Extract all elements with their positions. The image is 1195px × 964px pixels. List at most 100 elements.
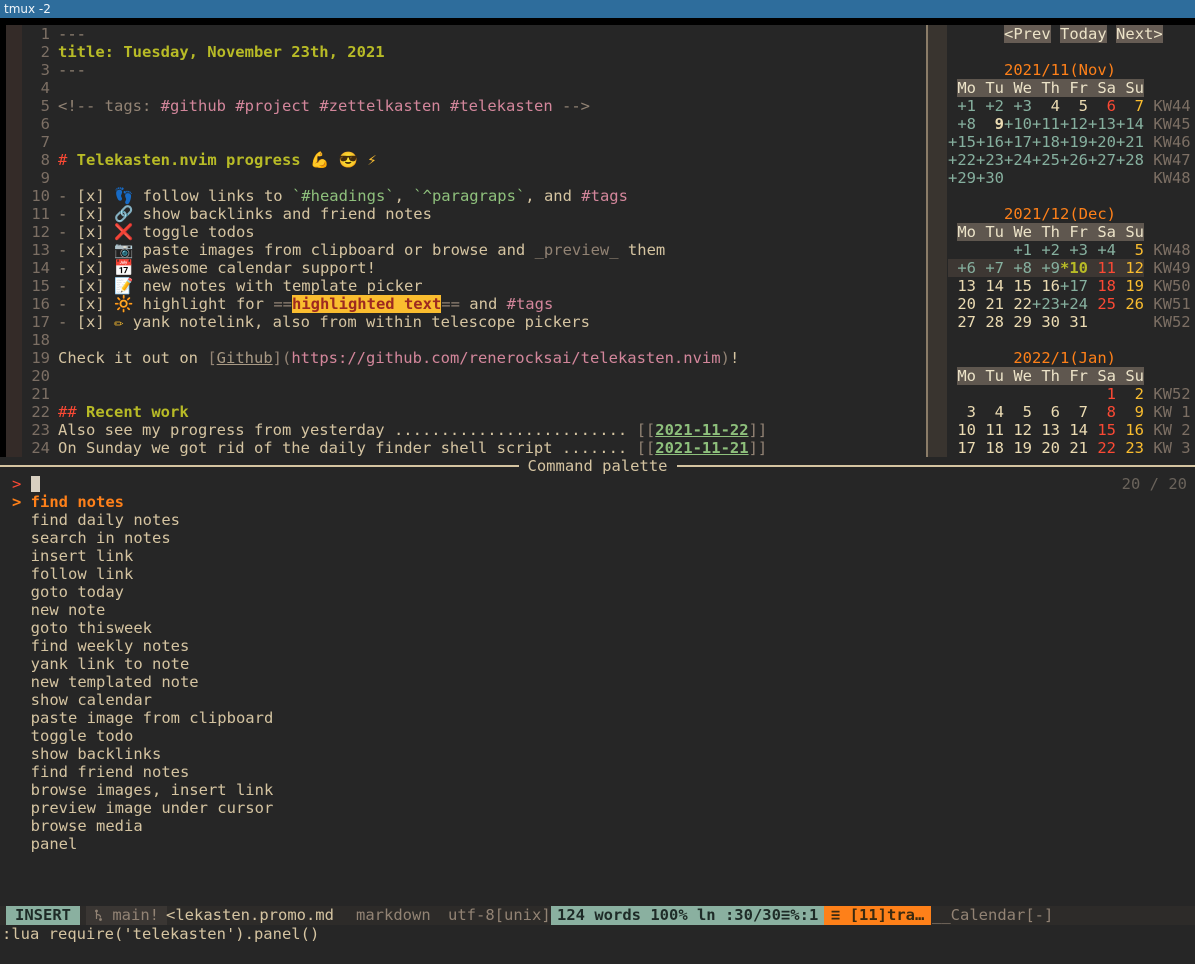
text-segment: them — [619, 241, 666, 259]
calendar-row[interactable]: <Prev Today Next> — [948, 25, 1195, 43]
note-link[interactable]: 2021-11-22 — [655, 421, 748, 439]
hashtag[interactable]: #telekasten — [450, 97, 553, 115]
palette-item[interactable]: browse images, insert link — [0, 781, 940, 799]
palette-item[interactable]: yank link to note — [0, 655, 940, 673]
palette-prompt-input[interactable]: > — [0, 475, 1195, 493]
calendar-row[interactable]: 1 2 KW52 — [948, 385, 1195, 403]
palette-item[interactable]: new note — [0, 601, 940, 619]
palette-item[interactable]: insert link — [0, 547, 940, 565]
calendar-row[interactable]: 10 11 12 13 14 15 16 KW 2 — [948, 421, 1195, 439]
palette-item[interactable]: find friend notes — [0, 763, 940, 781]
palette-item-label: browse images, insert link — [31, 781, 274, 799]
calendar-row[interactable]: +29+30 KW48 — [948, 169, 1195, 187]
palette-item-label: browse media — [31, 817, 143, 835]
highlighted-text: highlighted text — [292, 295, 441, 313]
palette-item[interactable]: new templated note — [0, 673, 940, 691]
note-link[interactable]: 2021-11-21 — [655, 439, 748, 457]
calendar-row[interactable] — [948, 331, 1195, 349]
calendar-day-saturday: 15 — [1088, 421, 1116, 439]
calendar-row[interactable]: 17 18 19 20 21 22 23 KW 3 — [948, 439, 1195, 457]
item-indent — [12, 637, 31, 655]
palette-item[interactable]: goto today — [0, 583, 940, 601]
text-segment: and — [460, 295, 507, 313]
calendar-nav-button[interactable]: Today — [1060, 25, 1107, 43]
palette-item[interactable]: panel — [0, 835, 940, 853]
calendar-row[interactable]: 27 28 29 30 31 KW52 — [948, 313, 1195, 331]
calendar-day-with-note: +29+30 — [948, 169, 1004, 187]
calendar-nav-button[interactable]: <Prev — [1004, 25, 1051, 43]
calendar-row[interactable]: +22+23+24+25+26+27+28 KW47 — [948, 151, 1195, 169]
text-segment: ! — [730, 349, 739, 367]
calendar-row[interactable] — [948, 187, 1195, 205]
window-titlebar[interactable]: tmux -2 — [0, 0, 1195, 18]
text-cursor — [31, 476, 40, 492]
text-segment: follow links to — [143, 187, 292, 205]
calendar-row[interactable]: 2021/11(Nov) — [948, 61, 1195, 79]
palette-item[interactable]: browse media — [0, 817, 940, 835]
calendar-window-status: __Calendar[-] — [932, 906, 1053, 925]
calendar-week-number: KW48 — [1144, 241, 1191, 259]
calendar-row[interactable]: 20 21 22+23+24 25 26 KW51 — [948, 295, 1195, 313]
palette-item[interactable]: find daily notes — [0, 511, 940, 529]
hashtag[interactable]: #tags — [507, 295, 554, 313]
calendar-row[interactable]: +1 +2 +3 +4 5 KW48 — [948, 241, 1195, 259]
editor-line: 4 — [22, 79, 922, 97]
palette-item[interactable]: search in notes — [0, 529, 940, 547]
text-segment: toggle todos — [143, 223, 255, 241]
text-segment: [x] — [77, 277, 114, 295]
palette-item[interactable]: preview image under cursor — [0, 799, 940, 817]
command-line[interactable]: :lua require('telekasten').panel() — [2, 925, 319, 943]
external-url[interactable]: https://github.com/renerocksai/telekaste… — [291, 349, 720, 367]
line-number: 2 — [22, 43, 50, 61]
calendar-row[interactable]: 2021/12(Dec) — [948, 205, 1195, 223]
palette-item[interactable]: > find notes — [0, 493, 940, 511]
github-link[interactable]: Github — [217, 349, 273, 367]
calendar-day: 10 11 12 13 14 — [948, 421, 1088, 439]
palette-item[interactable]: show calendar — [0, 691, 940, 709]
palette-item-label: panel — [31, 835, 78, 853]
calendar-day-saturday: 25 — [1088, 295, 1116, 313]
palette-item-label: show backlinks — [31, 745, 162, 763]
hashtag[interactable]: #github — [161, 97, 226, 115]
calendar-row[interactable]: +6 +7 +8 +9*10 11 12 KW49 — [948, 259, 1195, 277]
calendar-row[interactable]: +1 +2 +3 4 5 6 7 KW44 — [948, 97, 1195, 115]
palette-item[interactable]: show backlinks — [0, 745, 940, 763]
calendar-row[interactable]: 2022/1(Jan) — [948, 349, 1195, 367]
heading-text: Recent work — [86, 403, 189, 421]
calendar-row[interactable]: Mo Tu We Th Fr Sa Su — [948, 79, 1195, 97]
text-segment: 😎 — [339, 151, 358, 169]
hashtag[interactable]: #zettelkasten — [319, 97, 440, 115]
calendar-weekday-header: Mo Tu We Th Fr Sa Su — [957, 223, 1144, 241]
palette-item-list: > find notes find daily notes search in … — [0, 493, 940, 853]
palette-item[interactable]: follow link — [0, 565, 940, 583]
calendar-row[interactable]: +15+16+17+18+19+20+21 KW46 — [948, 133, 1195, 151]
calendar-nav-button[interactable]: Next> — [1116, 25, 1163, 43]
calendar-row[interactable]: 3 4 5 6 7 8 9 KW 1 — [948, 403, 1195, 421]
calendar-row[interactable]: 13 14 15 16+17 18 19 KW50 — [948, 277, 1195, 295]
calendar-day-sunday: 16 — [1116, 421, 1144, 439]
palette-item[interactable]: paste image from clipboard — [0, 709, 940, 727]
item-indent — [12, 727, 31, 745]
palette-item-label: toggle todo — [31, 727, 134, 745]
item-indent — [12, 709, 31, 727]
text-segment — [948, 61, 1004, 79]
line-number: 18 — [22, 331, 50, 349]
line-number: 13 — [22, 241, 50, 259]
palette-item[interactable]: goto thisweek — [0, 619, 940, 637]
text-segment: - — [58, 223, 77, 241]
calendar-row[interactable]: Mo Tu We Th Fr Sa Su — [948, 367, 1195, 385]
text-segment: [x] — [77, 295, 114, 313]
text-segment — [133, 223, 142, 241]
editor-buffer[interactable]: 1---2title: Tuesday, November 23th, 2021… — [22, 25, 922, 457]
calendar-row[interactable] — [948, 43, 1195, 61]
calendar-row[interactable]: Mo Tu We Th Fr Sa Su — [948, 223, 1195, 241]
calendar-row[interactable]: +8 9+10+11+12+13+14 KW45 — [948, 115, 1195, 133]
palette-item[interactable]: find weekly notes — [0, 637, 940, 655]
hashtag[interactable]: #project — [235, 97, 310, 115]
text-segment: ❌ — [114, 223, 133, 241]
palette-item[interactable]: toggle todo — [0, 727, 940, 745]
calendar-panel[interactable]: <Prev Today Next> 2021/11(Nov) Mo Tu We … — [948, 25, 1195, 457]
line-number: 11 — [22, 205, 50, 223]
hashtag[interactable]: #tags — [581, 187, 628, 205]
text-segment — [133, 241, 142, 259]
